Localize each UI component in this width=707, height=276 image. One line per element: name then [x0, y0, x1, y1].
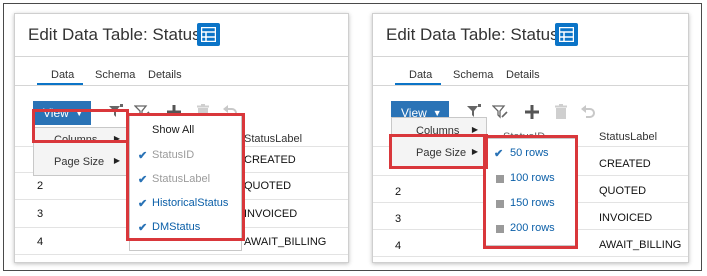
submenu-item-50-rows[interactable]: ✔ 50 rows	[486, 147, 575, 161]
check-icon: ✔	[494, 148, 504, 160]
caret-right-icon: ▶	[113, 156, 120, 165]
square-icon	[496, 225, 504, 233]
edit-data-table-panel-columns: Edit Data Table: Status Data Schema Deta…	[14, 13, 349, 263]
view-menu: Columns ▶ Page Size ▶	[391, 117, 487, 167]
check-icon: ✔	[138, 150, 148, 162]
tab-details[interactable]: Details	[148, 69, 182, 81]
submenu-item-150-rows[interactable]: 150 rows	[486, 197, 575, 211]
filter-edit-icon[interactable]	[492, 103, 508, 121]
submenu-item-100-rows[interactable]: 100 rows	[486, 172, 575, 186]
caret-down-icon: ▼	[74, 108, 84, 118]
tab-details[interactable]: Details	[506, 69, 540, 81]
submenu-item-label: DMStatus	[152, 221, 201, 233]
menu-item-label: Columns	[54, 134, 98, 146]
menu-item-label: Columns	[416, 125, 460, 137]
tab-data[interactable]: Data	[409, 69, 432, 81]
caret-right-icon: ▶	[113, 134, 120, 143]
menu-item-columns[interactable]: Columns ▶	[392, 125, 486, 141]
page-title: Edit Data Table: Status	[28, 25, 201, 44]
tab-data[interactable]: Data	[51, 69, 74, 81]
undo-icon[interactable]	[580, 103, 596, 121]
square-icon	[496, 175, 504, 183]
table-edit-icon[interactable]	[555, 23, 578, 46]
submenu-item-statuslabel[interactable]: ✔ StatusLabel	[130, 173, 241, 187]
row-divider	[15, 254, 348, 255]
table-cell-label: INVOICED	[599, 212, 653, 224]
page-title: Edit Data Table: Status	[386, 25, 559, 44]
table-cell-id: 3	[395, 213, 402, 225]
submenu-item-label: 50 rows	[510, 147, 549, 159]
table-cell-id: 2	[37, 180, 44, 192]
tab-schema[interactable]: Schema	[95, 69, 135, 81]
submenu-item-dmstatus[interactable]: ✔ DMStatus	[130, 221, 241, 235]
column-header-statuslabel[interactable]: StatusLabel	[599, 131, 657, 143]
table-cell-label: CREATED	[244, 154, 296, 166]
caret-right-icon: ▶	[471, 147, 478, 156]
submenu-item-show-all[interactable]: Show All	[130, 124, 241, 136]
tab-schema[interactable]: Schema	[453, 69, 493, 81]
tabs-divider	[373, 85, 688, 86]
submenu-item-label: StatusLabel	[152, 173, 211, 185]
table-cell-label: INVOICED	[244, 208, 298, 220]
table-cell-label: QUOTED	[244, 180, 292, 192]
check-icon: ✔	[138, 174, 148, 186]
check-icon: ✔	[138, 222, 148, 234]
view-label: View	[43, 106, 69, 120]
table-cell-label: QUOTED	[599, 185, 647, 197]
menu-item-label: Page Size	[54, 156, 105, 168]
add-icon[interactable]	[524, 103, 540, 121]
view-button[interactable]: View ▼	[33, 101, 91, 125]
table-cell-id: 4	[395, 240, 402, 252]
filter-icon[interactable]	[108, 103, 124, 121]
submenu-item-historicalstatus[interactable]: ✔ HistoricalStatus	[130, 197, 241, 211]
submenu-item-label: 100 rows	[510, 172, 555, 184]
page-size-submenu: ✔ 50 rows 100 rows 150 rows 200 rows	[485, 138, 576, 246]
table-cell-label: AWAIT_BILLING	[599, 239, 682, 251]
table-cell-id: 2	[395, 186, 402, 198]
table-cell-id: 3	[37, 208, 44, 220]
menu-item-label: Page Size	[416, 147, 467, 159]
table-edit-icon[interactable]	[197, 23, 220, 46]
menu-item-columns[interactable]: Columns ▶	[34, 134, 128, 150]
submenu-item-label: 200 rows	[510, 222, 555, 234]
square-icon	[496, 200, 504, 208]
caret-right-icon: ▶	[471, 125, 478, 134]
table-cell-label: AWAIT_BILLING	[244, 236, 327, 248]
table-cell-label: CREATED	[599, 158, 651, 170]
title-divider	[15, 56, 348, 57]
menu-item-page-size[interactable]: Page Size ▶	[392, 147, 486, 163]
row-divider	[373, 256, 688, 257]
column-header-statuslabel[interactable]: StatusLabel	[244, 133, 302, 145]
delete-icon[interactable]	[553, 103, 569, 121]
view-menu: Columns ▶ Page Size ▶	[33, 127, 129, 176]
submenu-item-label: HistoricalStatus	[152, 197, 229, 209]
check-icon: ✔	[138, 198, 148, 210]
submenu-item-label: 150 rows	[510, 197, 555, 209]
submenu-item-statusid[interactable]: ✔ StatusID	[130, 149, 241, 163]
edit-data-table-panel-page-size: Edit Data Table: Status Data Schema Deta…	[372, 13, 689, 263]
table-cell-id: 4	[37, 236, 44, 248]
title-divider	[373, 56, 688, 57]
columns-submenu: Show All ✔ StatusID ✔ StatusLabel ✔ Histori…	[129, 115, 242, 251]
submenu-item-200-rows[interactable]: 200 rows	[486, 222, 575, 236]
menu-item-page-size[interactable]: Page Size ▶	[34, 156, 128, 172]
tabs-divider	[15, 85, 348, 86]
submenu-item-label: StatusID	[152, 149, 195, 161]
